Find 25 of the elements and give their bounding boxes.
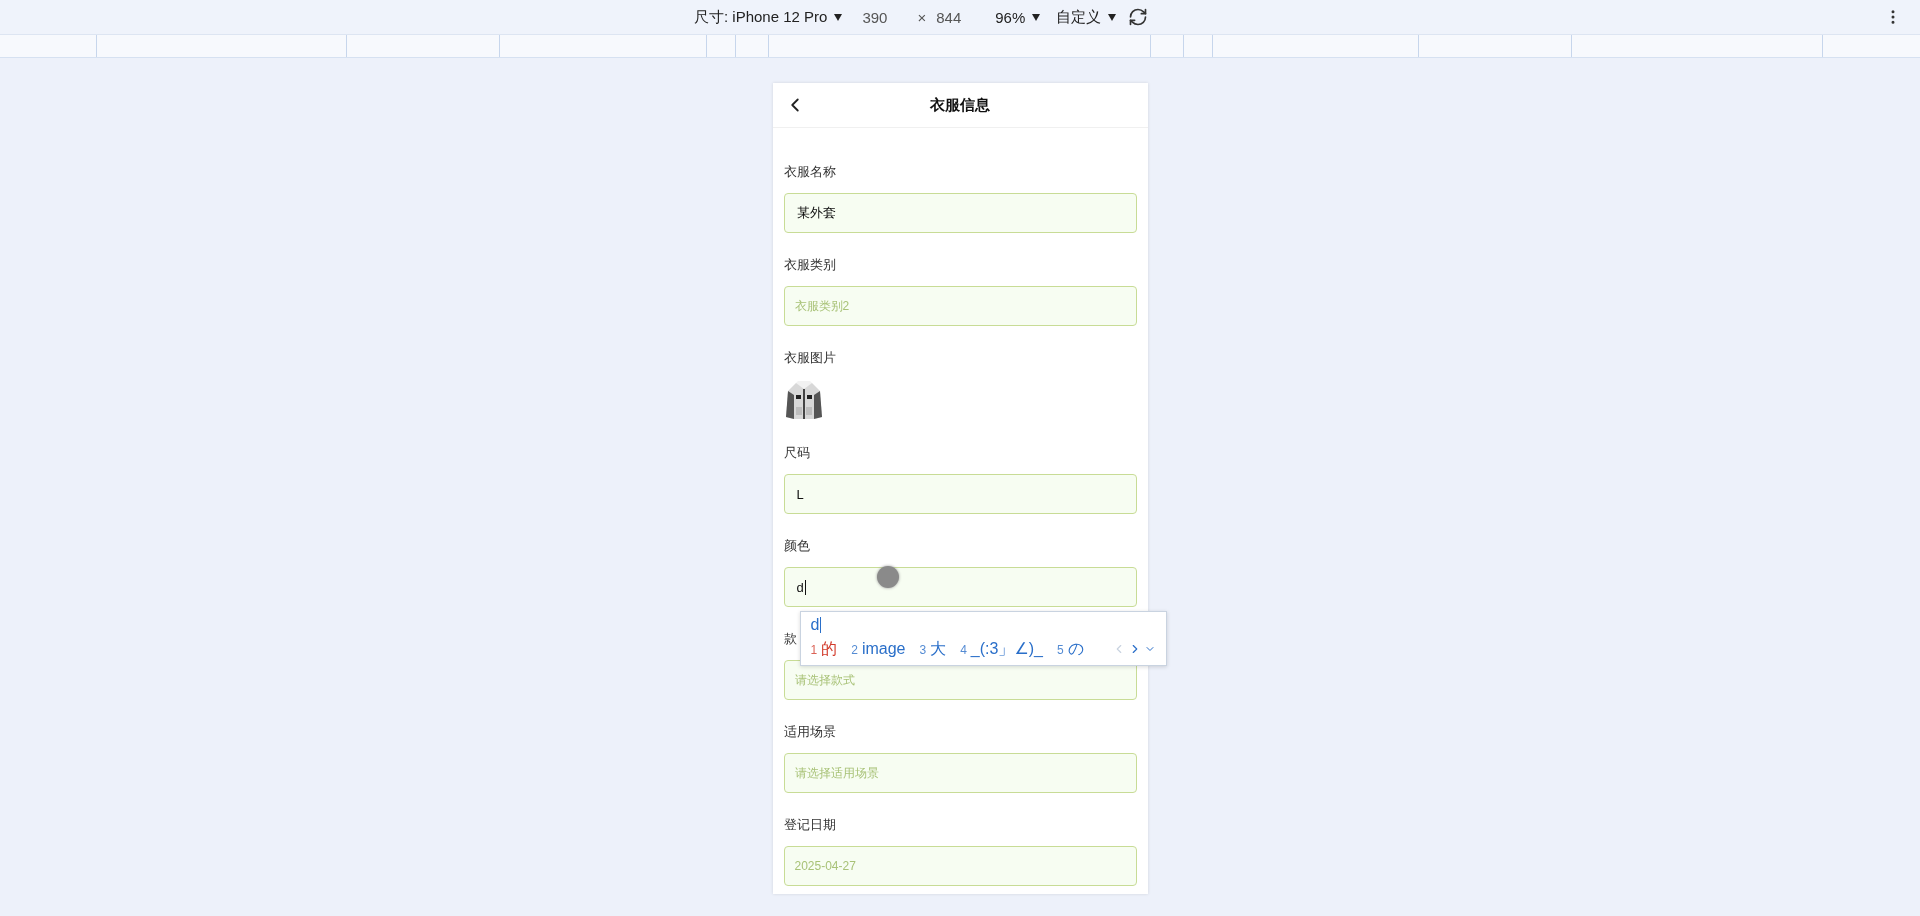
ime-composition: d xyxy=(810,615,822,635)
field-label: 衣服图片 xyxy=(783,349,836,367)
throttle-select[interactable]: 自定义 xyxy=(1056,7,1117,27)
height-field[interactable]: 844 xyxy=(936,8,962,26)
page-title: 衣服信息 xyxy=(930,95,990,115)
field-label: 适用场景 xyxy=(783,723,836,741)
zoom-select[interactable]: 96% xyxy=(995,8,1041,26)
width-field[interactable]: 390 xyxy=(862,8,888,26)
field-label: 衣服类别 xyxy=(783,256,836,274)
ime-candidate[interactable]: 3 大 xyxy=(919,638,947,660)
ime-candidate[interactable]: 1 的 xyxy=(810,638,838,660)
field-label: 登记日期 xyxy=(783,816,836,834)
times-sign: × xyxy=(917,8,927,26)
input-field[interactable]: d xyxy=(783,567,1137,607)
field-label: 衣服名称 xyxy=(783,163,836,181)
input-field[interactable]: L xyxy=(783,474,1137,514)
ime-candidate[interactable]: 2 image xyxy=(851,640,906,658)
field-label: 尺码 xyxy=(783,444,810,462)
field-label: 颜色 xyxy=(783,537,810,555)
ime-candidate[interactable]: 5 の xyxy=(1056,638,1084,660)
rotate-icon[interactable] xyxy=(1128,7,1149,27)
ime-candidate[interactable]: 4 _(:3」∠)_ xyxy=(960,638,1043,660)
field-label: 款 xyxy=(783,630,797,648)
device-select[interactable]: 尺寸: iPhone 12 Pro xyxy=(694,7,843,27)
input-field[interactable]: 某外套 xyxy=(783,193,1137,233)
